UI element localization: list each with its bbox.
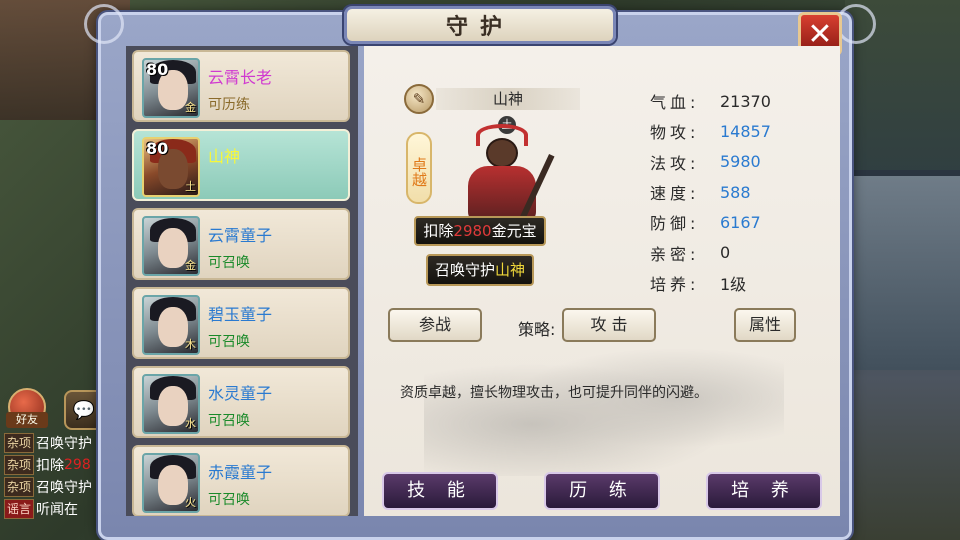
- avatar: 木: [142, 295, 200, 355]
- guardian-status: 可召唤: [208, 413, 250, 429]
- guardian-card[interactable]: 火 赤霞童子 可召唤: [132, 445, 350, 516]
- hero-portrait: [454, 122, 555, 226]
- guardian-card[interactable]: 金 云霄童子 可召唤: [132, 208, 350, 280]
- guardian-name: 云霄童子: [208, 226, 273, 245]
- attributes-button[interactable]: 属性: [734, 308, 796, 342]
- hero-name: 山神: [436, 88, 580, 110]
- stat-row: 速度: 588: [650, 182, 751, 204]
- chat-text: 召唤守护: [36, 436, 93, 452]
- stat-row: 法攻: 5980: [650, 152, 761, 173]
- stat-row: 气血: 21370: [650, 91, 771, 113]
- stat-value: 21370: [720, 91, 771, 111]
- chat-tag: 杂项: [4, 477, 35, 497]
- stat-row: 亲密: 0: [650, 243, 731, 264]
- friend-label: 好友: [6, 412, 48, 428]
- chat-tag: 谣言: [4, 499, 35, 519]
- guardian-status: 可召唤: [208, 255, 250, 271]
- guardian-name: 赤霞童子: [208, 463, 273, 482]
- stats-table: 气血: 21370 物攻: 14857 法攻: 5980 速度: 588 防御: 6167…: [650, 86, 830, 298]
- guardian-card[interactable]: 80 金 云霄长老 可历练: [132, 50, 350, 122]
- title-text: 守护: [445, 15, 514, 40]
- join-battle-button[interactable]: 参战: [388, 308, 482, 342]
- element-badge: 土: [185, 180, 196, 193]
- level-badge: 80: [146, 60, 169, 79]
- cultivate-tab-button[interactable]: 培 养: [706, 472, 822, 510]
- avatar: 80 土: [142, 137, 200, 197]
- corner-ornament: [84, 4, 124, 44]
- element-badge: 金: [185, 101, 196, 114]
- guardian-status: 可历练: [208, 97, 250, 113]
- element-badge: 火: [185, 496, 196, 509]
- strategy-button[interactable]: 攻 击: [562, 308, 656, 342]
- ink-landscape: [424, 346, 784, 476]
- element-badge: 木: [185, 338, 196, 351]
- stat-value: 0: [720, 243, 731, 263]
- stat-value: 5980: [720, 152, 761, 172]
- chat-text: 扣除: [36, 458, 65, 474]
- guardian-name: 云霄长老: [208, 68, 273, 87]
- chat-tag: 杂项: [4, 433, 35, 453]
- skills-tab-button[interactable]: 技 能: [382, 472, 498, 510]
- stat-row: 物攻: 14857: [650, 121, 771, 143]
- guardian-list[interactable]: 80 金 云霄长老 可历练 80 土 山神 金 云霄童子 可召唤 木 碧玉童子 …: [126, 46, 358, 516]
- guardian-name: 碧玉童子: [208, 305, 273, 324]
- grade-tag: 卓越: [406, 132, 432, 204]
- guardian-card-selected[interactable]: 80 土 山神: [132, 129, 350, 201]
- stat-row: 防御: 6167: [650, 212, 761, 234]
- cost-amount: 2980: [453, 222, 492, 240]
- summon-button[interactable]: 召唤守护山神: [426, 254, 534, 286]
- chat-text: 听闻在: [36, 502, 79, 518]
- guardian-card[interactable]: 水 水灵童子 可召唤: [132, 366, 350, 438]
- chat-tag: 杂项: [4, 455, 35, 475]
- stat-value: 6167: [720, 212, 761, 232]
- stat-value: 14857: [720, 121, 771, 141]
- guardian-card[interactable]: 木 碧玉童子 可召唤: [132, 287, 350, 359]
- guardian-status: 可召唤: [208, 492, 250, 508]
- background-house: [850, 170, 960, 370]
- stat-row: 培养: 1级: [650, 268, 830, 298]
- training-tab-button[interactable]: 历 练: [544, 472, 660, 510]
- guardian-status: 可召唤: [208, 334, 250, 350]
- guardian-description: 资质卓越，擅长物理攻击，也可提升同伴的闪避。: [400, 385, 708, 401]
- stat-value: 1级: [720, 274, 747, 294]
- chat-highlight: 298: [64, 457, 91, 473]
- cost-tooltip: 扣除2980金元宝: [414, 216, 546, 246]
- panel-title: 守护: [344, 6, 616, 44]
- stat-value: 588: [720, 182, 751, 202]
- avatar: 火: [142, 453, 200, 513]
- corner-ornament: [836, 4, 876, 44]
- avatar: 80 金: [142, 58, 200, 118]
- guardian-name: 水灵童子: [208, 384, 273, 403]
- level-badge: 80: [146, 139, 169, 158]
- guardian-name: 山神: [208, 147, 241, 166]
- rename-pencil-icon[interactable]: ✎: [404, 84, 434, 114]
- element-badge: 水: [185, 417, 196, 430]
- strategy-label: 策略:: [518, 320, 556, 339]
- avatar: 金: [142, 216, 200, 276]
- chat-text: 召唤守护: [36, 480, 93, 496]
- avatar: 水: [142, 374, 200, 434]
- element-badge: 金: [185, 259, 196, 272]
